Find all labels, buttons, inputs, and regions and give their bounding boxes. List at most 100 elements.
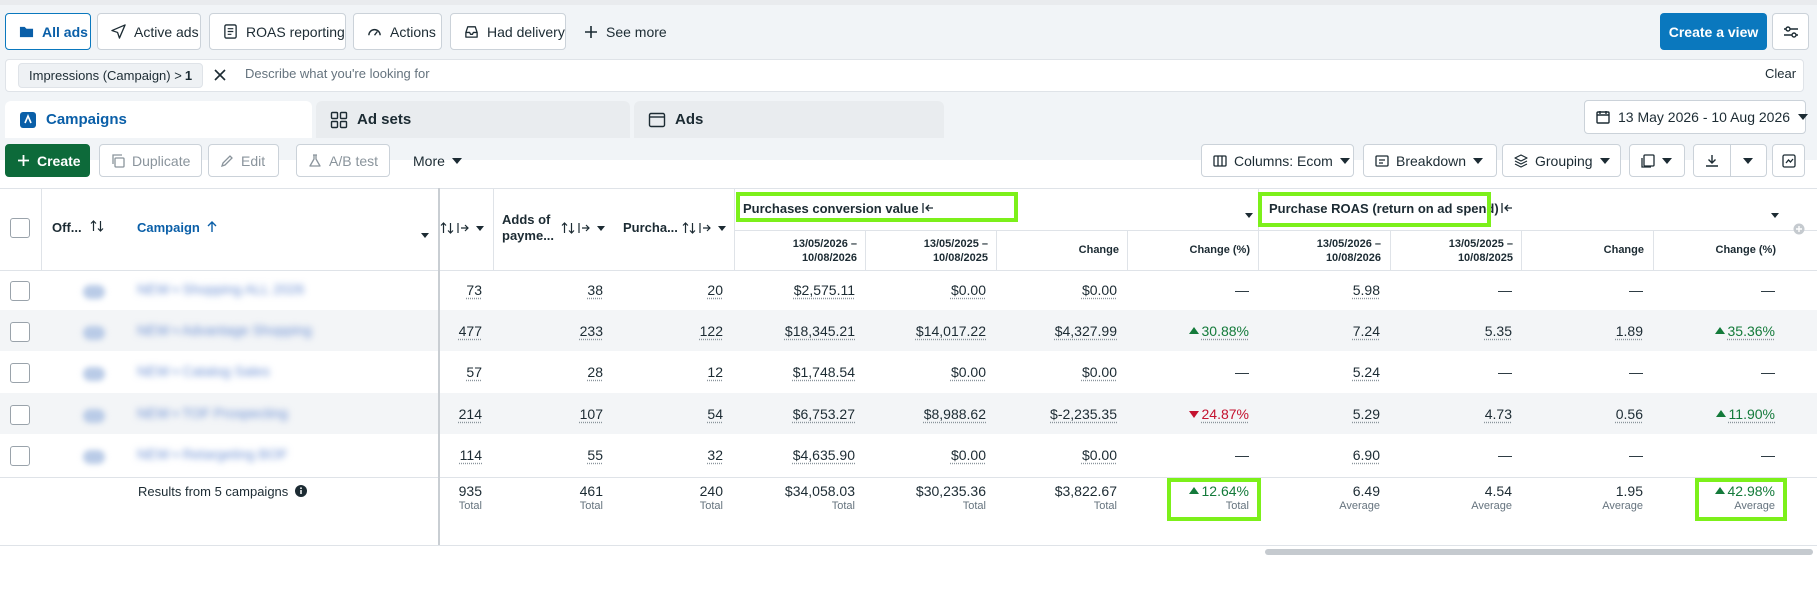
purchases-sort-icon[interactable] xyxy=(682,221,726,237)
tab-ad-sets[interactable]: Ad sets xyxy=(316,101,630,138)
column-menu-icon[interactable] xyxy=(1245,205,1253,221)
close-icon[interactable] xyxy=(212,67,228,83)
cell-value: — xyxy=(1629,364,1643,380)
select-all-checkbox[interactable] xyxy=(10,218,30,238)
highlight-purchases-conversion-value xyxy=(736,192,1018,222)
grouping-button[interactable]: Grouping xyxy=(1502,144,1621,177)
cell-value: — xyxy=(1761,364,1775,380)
campaign-name-link[interactable]: NEW ▪ Retargeting BOF xyxy=(137,446,287,462)
total-value: $3,822.67 xyxy=(997,483,1117,499)
campaign-header[interactable]: Campaign xyxy=(137,220,217,235)
chart-toggle-button[interactable] xyxy=(1772,144,1805,177)
cell-value: $18,345.21 xyxy=(784,323,855,339)
create-button[interactable]: Create xyxy=(5,144,90,177)
adds-payment-cell: 107 xyxy=(483,406,603,422)
roas-previous-header[interactable]: 13/05/2025 –10/08/2025 xyxy=(1393,237,1513,265)
cell-value: 5.98 xyxy=(1352,282,1380,298)
filter-chip[interactable]: Impressions (Campaign) > 1 xyxy=(18,63,204,88)
off-header[interactable]: Off... xyxy=(52,220,104,235)
ab-test-button[interactable]: A/B test xyxy=(296,144,390,177)
row-checkbox[interactable] xyxy=(10,363,30,383)
campaign-name-link[interactable]: NEW ▪ Catalog Sales xyxy=(137,363,270,379)
impressions-sort-icon[interactable] xyxy=(440,221,484,237)
grouping-label: Grouping xyxy=(1535,152,1593,169)
send-icon xyxy=(111,24,126,39)
campaign-name-link[interactable]: NEW ▪ TOF Prospecting xyxy=(137,405,288,421)
view-chip-active-ads[interactable]: Active ads xyxy=(97,13,201,50)
date-range-picker[interactable]: 13 May 2026 - 10 Aug 2026 xyxy=(1584,100,1809,134)
cell-value: — xyxy=(1235,282,1249,298)
total-value-text: 935 xyxy=(458,483,482,499)
results-summary-label: Results from 5 campaigns xyxy=(138,484,289,499)
cell-value: $4,327.99 xyxy=(1054,323,1117,339)
roas-current-cell: 5.24 xyxy=(1260,364,1380,380)
roas-change-pct-header[interactable]: Change (%) xyxy=(1656,243,1777,257)
column-menu-icon[interactable] xyxy=(421,225,429,241)
pcv-current-cell: $18,345.21 xyxy=(735,323,855,339)
add-column-icon[interactable] xyxy=(1793,222,1805,238)
info-icon[interactable] xyxy=(294,485,307,497)
pcv-change-pct-header[interactable]: Change (%) xyxy=(1130,243,1251,257)
purchases-header[interactable]: Purcha... xyxy=(623,220,678,235)
breakdown-button[interactable]: Breakdown xyxy=(1363,144,1497,177)
pcv-previous-header[interactable]: 13/05/2025 –10/08/2025 xyxy=(868,237,988,265)
toggle-switch[interactable] xyxy=(83,367,105,381)
toggle-switch[interactable] xyxy=(83,326,105,340)
view-chip-label: ROAS reporting xyxy=(246,23,345,40)
see-more-button[interactable]: See more xyxy=(584,13,667,50)
pcv-current-cell: $6,753.27 xyxy=(735,406,855,422)
roas-current-cell: 6.90 xyxy=(1260,447,1380,463)
view-settings-button[interactable] xyxy=(1772,13,1809,50)
row-checkbox[interactable] xyxy=(10,281,30,301)
clear-filter-button[interactable]: Clear xyxy=(1765,66,1796,81)
collapse-left-icon[interactable] xyxy=(1500,201,1514,218)
inbox-icon xyxy=(464,24,479,39)
pcv-change-header[interactable]: Change xyxy=(999,243,1119,257)
total-value: 1.95 xyxy=(1523,483,1643,499)
create-view-button[interactable]: Create a view xyxy=(1660,13,1767,50)
pcv-previous-cell: $8,988.62 xyxy=(866,406,986,422)
view-chip-had-delivery[interactable]: Had delivery xyxy=(450,13,566,50)
total-roas-chg: 1.95 Average xyxy=(1523,483,1643,512)
duplicate-button[interactable]: Duplicate xyxy=(99,144,202,177)
tab-ads[interactable]: Ads xyxy=(634,101,944,138)
toggle-switch[interactable] xyxy=(83,285,105,299)
campaign-name-link[interactable]: NEW ▪ Advantage Shopping xyxy=(137,322,312,338)
pcv-current-cell: $1,748.54 xyxy=(735,364,855,380)
row-checkbox[interactable] xyxy=(10,405,30,425)
row-checkbox[interactable] xyxy=(10,322,30,342)
view-chip-roas-reporting[interactable]: ROAS reporting xyxy=(209,13,346,50)
filter-search-input[interactable]: Describe what you're looking for xyxy=(245,66,430,81)
adds-payment-sort-icon[interactable] xyxy=(561,221,605,237)
export-button[interactable] xyxy=(1693,144,1767,177)
cell-value: 35.36% xyxy=(1727,323,1775,339)
columns-button[interactable]: Columns: Ecom xyxy=(1201,144,1354,177)
cell-value: $0.00 xyxy=(950,447,986,463)
column-menu-icon[interactable] xyxy=(1771,205,1779,221)
view-chip-all-ads[interactable]: All ads xyxy=(5,13,91,50)
view-chip-label: Actions xyxy=(390,23,436,40)
roas-current-header[interactable]: 13/05/2026 –10/08/2026 xyxy=(1261,237,1381,265)
horizontal-scrollbar[interactable] xyxy=(1265,549,1813,555)
toggle-switch[interactable] xyxy=(83,450,105,464)
more-button[interactable]: More xyxy=(401,144,475,177)
edit-button[interactable]: Edit xyxy=(208,144,279,177)
tab-label: Ads xyxy=(675,111,704,128)
tab-campaigns[interactable]: Campaigns xyxy=(5,101,312,138)
roas-current-cell: 7.24 xyxy=(1260,323,1380,339)
pcv-current-header[interactable]: 13/05/2026 –10/08/2026 xyxy=(737,237,857,265)
cell-value: — xyxy=(1498,282,1512,298)
layers-icon xyxy=(1514,153,1528,168)
toggle-switch[interactable] xyxy=(83,409,105,423)
cell-value: 5.35 xyxy=(1484,323,1512,339)
reports-button[interactable] xyxy=(1629,144,1685,177)
cell-value: 12 xyxy=(707,364,723,380)
view-chip-actions[interactable]: Actions xyxy=(353,13,442,50)
roas-change-header[interactable]: Change xyxy=(1524,243,1644,257)
row-checkbox[interactable] xyxy=(10,446,30,466)
pcv-change-pct-cell: 30.88% xyxy=(1129,323,1249,339)
adds-payment-header[interactable]: Adds of payme... xyxy=(502,212,554,244)
campaign-name-link[interactable]: NEW ▪ Shopping ALL 2026 xyxy=(137,281,304,297)
highlight-pcv-change-pct-total xyxy=(1167,478,1261,521)
plus-icon xyxy=(17,154,30,167)
